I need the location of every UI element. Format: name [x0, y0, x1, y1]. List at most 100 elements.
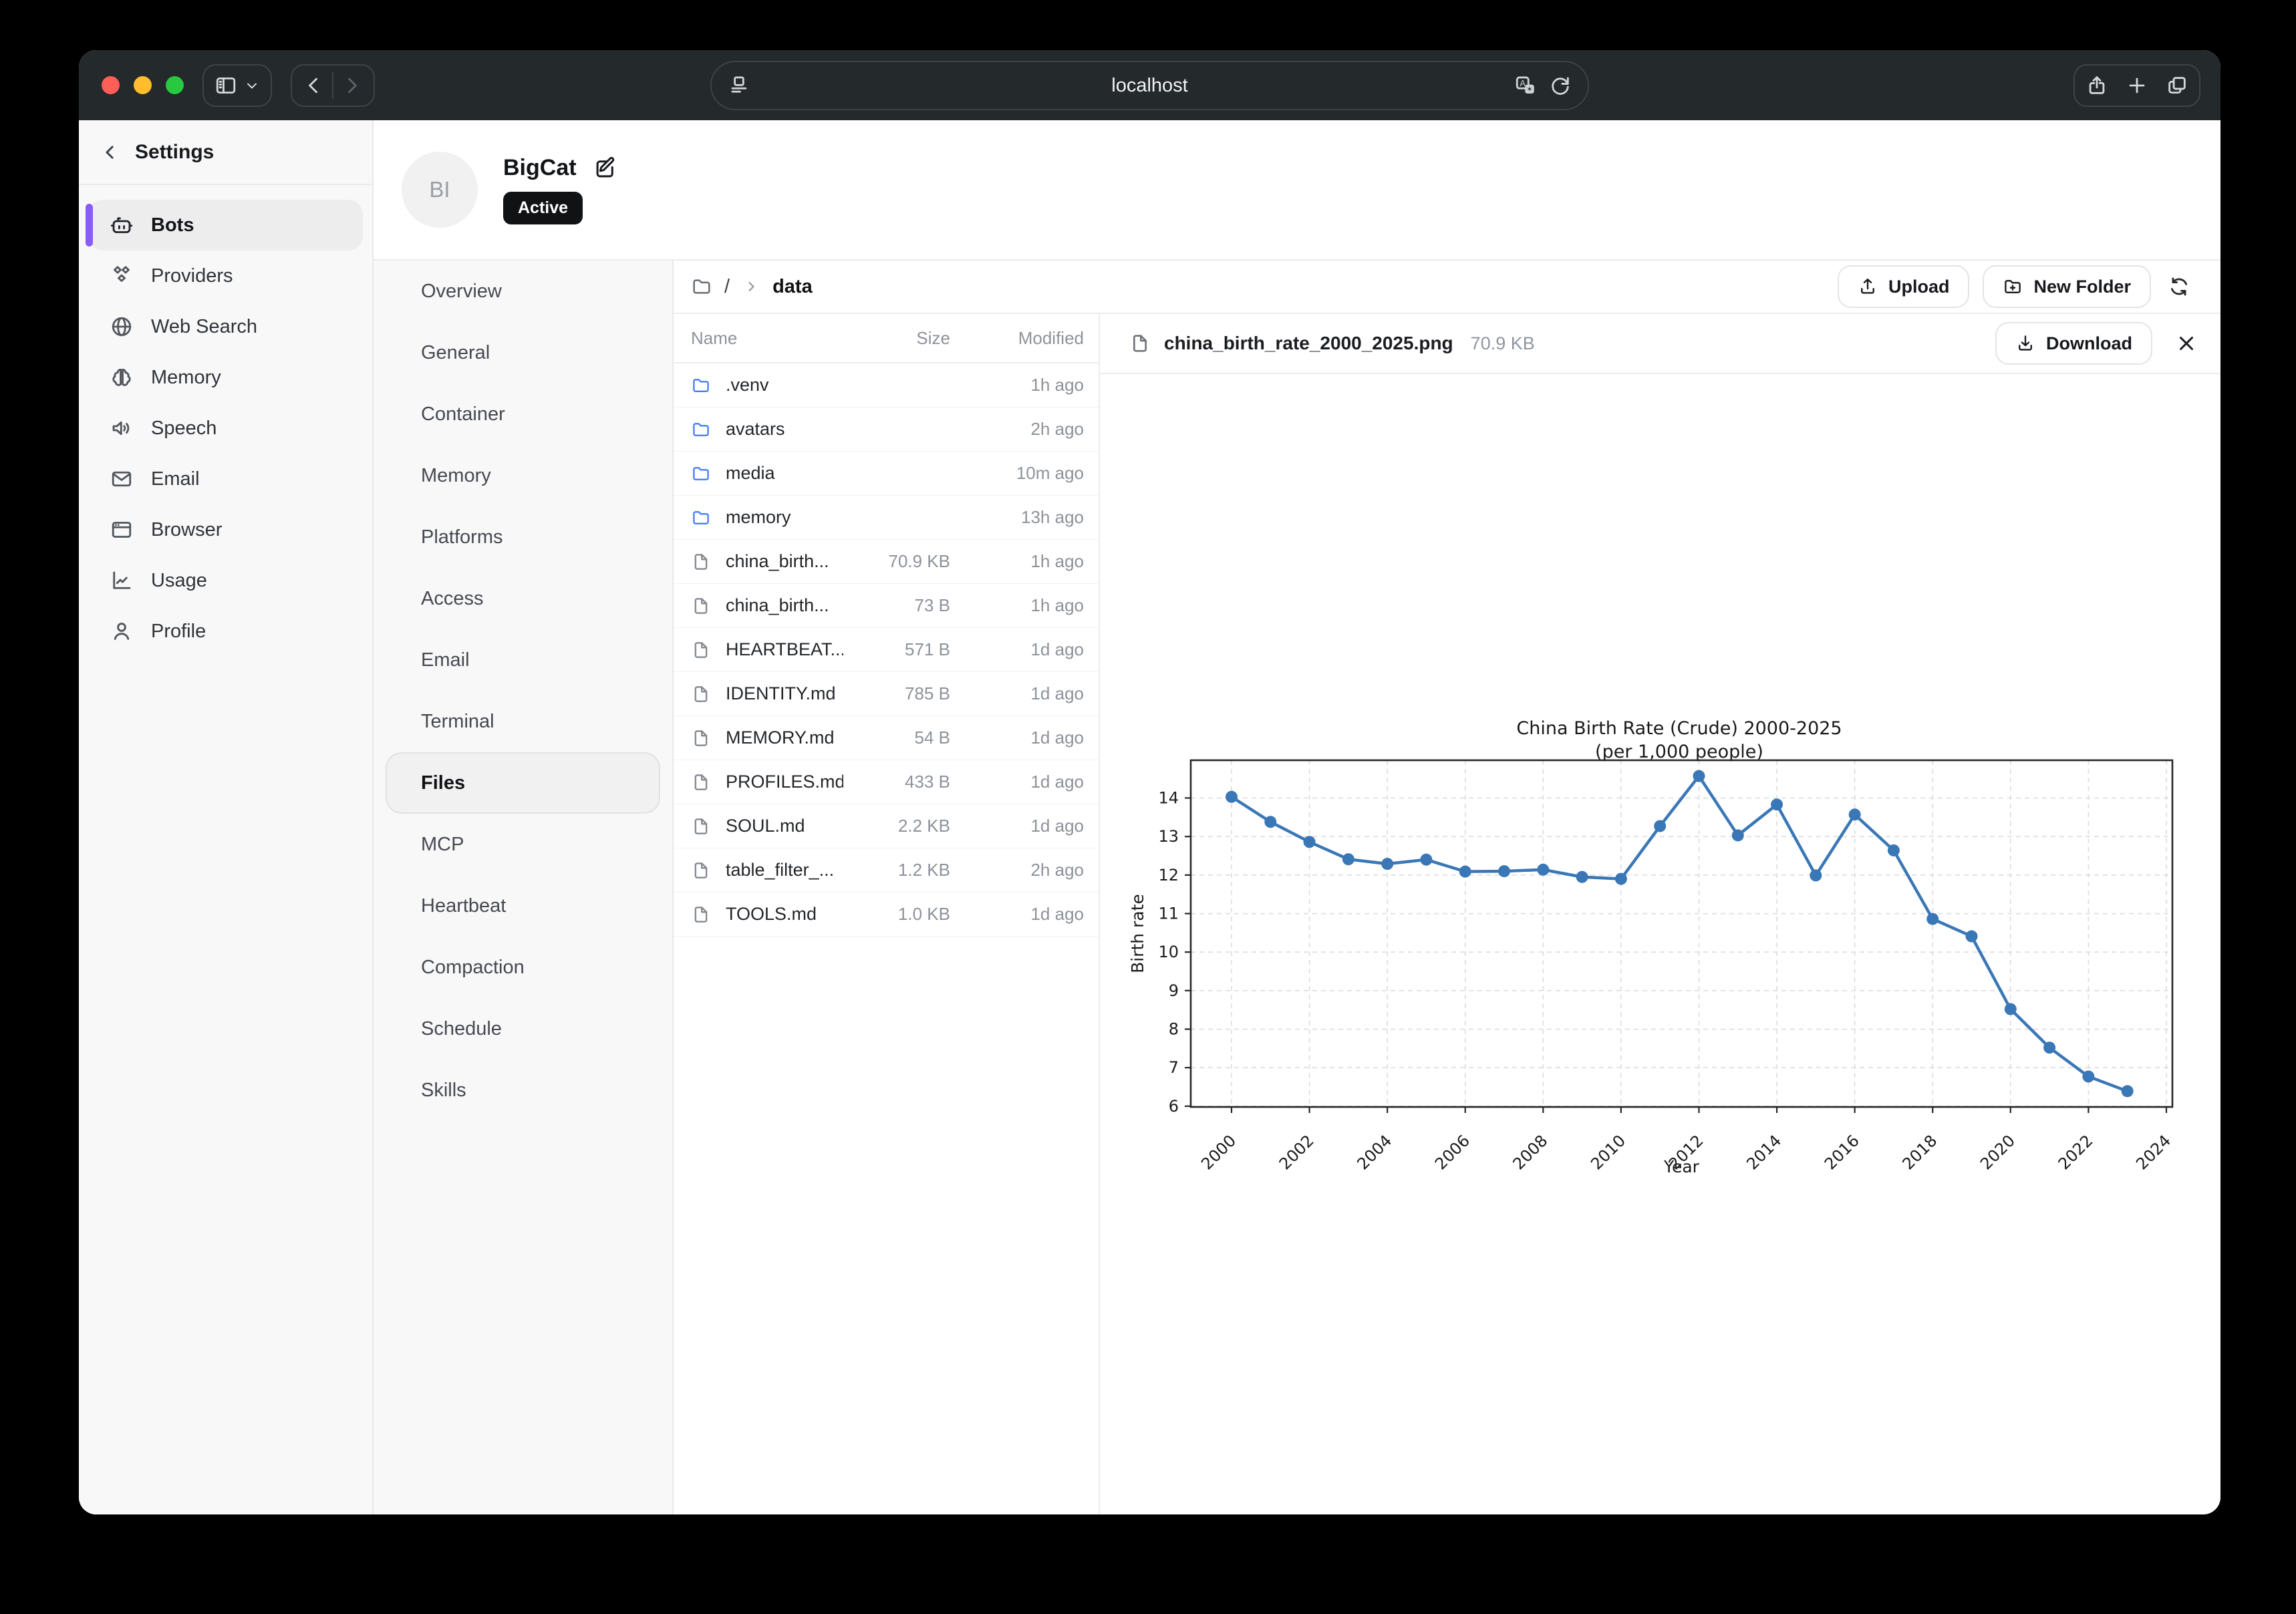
sidebar-item-web-search[interactable]: Web Search — [88, 301, 363, 352]
file-row-file[interactable]: china_birth...70.9 KB1h ago — [674, 540, 1099, 584]
tab-mcp[interactable]: MCP — [386, 814, 660, 875]
file-icon — [691, 596, 711, 616]
sidebar-item-bots[interactable]: Bots — [88, 200, 363, 251]
file-modified: 13h ago — [950, 507, 1084, 528]
usage-chart-icon — [110, 569, 134, 593]
file-row-folder[interactable]: avatars2h ago — [674, 408, 1099, 452]
file-size: 571 B — [843, 639, 950, 660]
column-name[interactable]: Name — [691, 328, 843, 349]
file-icon — [691, 728, 711, 748]
upload-button[interactable]: Upload — [1838, 265, 1970, 308]
sidebar-item-memory[interactable]: Memory — [88, 352, 363, 403]
file-row-file[interactable]: TOOLS.md1.0 KB1d ago — [674, 893, 1099, 937]
sidebar-item-label: Web Search — [151, 316, 257, 338]
tab-skills[interactable]: Skills — [386, 1060, 660, 1121]
file-name: media — [726, 463, 843, 484]
zoom-window-button[interactable] — [166, 76, 184, 94]
tab-compaction[interactable]: Compaction — [386, 937, 660, 998]
file-name: MEMORY.md — [726, 728, 843, 748]
file-size: 1.0 KB — [843, 904, 950, 925]
tab-memory[interactable]: Memory — [386, 445, 660, 506]
active-accent-bar — [86, 204, 93, 247]
sidebar-item-label: Browser — [151, 519, 222, 541]
file-row-file[interactable]: MEMORY.md54 B1d ago — [674, 716, 1099, 760]
file-row-file[interactable]: PROFILES.md433 B1d ago — [674, 760, 1099, 804]
close-window-button[interactable] — [102, 76, 120, 94]
tab-container[interactable]: Container — [386, 383, 660, 445]
svg-text:7: 7 — [1169, 1058, 1179, 1077]
file-name: china_birth... — [726, 595, 843, 616]
folder-icon — [691, 508, 711, 528]
file-modified: 1h ago — [950, 551, 1084, 572]
file-row-file[interactable]: china_birth...73 B1h ago — [674, 584, 1099, 628]
tab-platforms[interactable]: Platforms — [386, 506, 660, 568]
sidebar-item-label: Speech — [151, 418, 217, 440]
refresh-icon[interactable] — [2164, 272, 2194, 301]
file-name: .venv — [726, 375, 843, 395]
file-modified: 2h ago — [950, 860, 1084, 880]
file-row-file[interactable]: HEARTBEAT...571 B1d ago — [674, 628, 1099, 672]
file-modified: 1d ago — [950, 816, 1084, 836]
edit-icon[interactable] — [593, 156, 618, 181]
new-tab-icon[interactable] — [2126, 74, 2148, 97]
upload-icon — [1858, 277, 1878, 297]
download-button[interactable]: Download — [1995, 322, 2152, 365]
sidebar-item-label: Profile — [151, 621, 206, 643]
tab-access[interactable]: Access — [386, 568, 660, 629]
tab-schedule[interactable]: Schedule — [386, 998, 660, 1060]
file-row-file[interactable]: IDENTITY.md785 B1d ago — [674, 672, 1099, 716]
back-icon[interactable] — [303, 74, 325, 97]
sidebar-item-browser[interactable]: Browser — [88, 504, 363, 555]
settings-sidebar: Settings BotsProvidersWeb SearchMemorySp… — [79, 120, 374, 1514]
tab-terminal[interactable]: Terminal — [386, 691, 660, 752]
file-name: memory — [726, 507, 843, 528]
tab-heartbeat[interactable]: Heartbeat — [386, 875, 660, 937]
url-text: localhost — [712, 75, 1588, 97]
file-row-file[interactable]: SOUL.md2.2 KB1d ago — [674, 804, 1099, 848]
sidebar-item-providers[interactable]: Providers — [88, 251, 363, 301]
share-icon[interactable] — [2086, 74, 2108, 97]
status-badge: Active — [503, 192, 583, 224]
close-icon[interactable] — [2175, 332, 2198, 355]
file-modified: 1d ago — [950, 772, 1084, 792]
tab-files[interactable]: Files — [386, 752, 660, 814]
minimize-window-button[interactable] — [134, 76, 152, 94]
sidebar-item-email[interactable]: Email — [88, 454, 363, 504]
column-modified[interactable]: Modified — [950, 328, 1084, 349]
file-browser: / data Upload New Folder — [674, 261, 2220, 1514]
sidebar-item-profile[interactable]: Profile — [88, 606, 363, 657]
file-size: 73 B — [843, 595, 950, 616]
main-panel: BI BigCat Active OverviewGeneralContaine… — [374, 120, 2220, 1514]
file-size: 1.2 KB — [843, 860, 950, 880]
column-size[interactable]: Size — [843, 328, 950, 349]
folder-icon[interactable] — [691, 276, 712, 297]
svg-text:China Birth Rate (Crude) 2000-: China Birth Rate (Crude) 2000-2025 — [1516, 718, 1842, 739]
sidebar-item-speech[interactable]: Speech — [88, 403, 363, 454]
preview-body: China Birth Rate (Crude) 2000-2025 (per 1… — [1100, 374, 2220, 1514]
file-row-file[interactable]: table_filter_...1.2 KB2h ago — [674, 848, 1099, 893]
new-folder-button[interactable]: New Folder — [1983, 265, 2151, 308]
tab-overview[interactable]: Overview — [386, 261, 660, 322]
browser-window: localhost A✶ Settings BotsProvidersWeb S… — [79, 50, 2220, 1514]
speaker-icon — [110, 416, 134, 440]
bot-tabs: OverviewGeneralContainerMemoryPlatformsA… — [374, 261, 674, 1514]
toolbar-right-group — [2073, 64, 2200, 107]
file-name: TOOLS.md — [726, 904, 843, 925]
sidebar-toggle-icon[interactable] — [214, 74, 237, 97]
svg-text:(per 1,000 people): (per 1,000 people) — [1595, 742, 1763, 762]
tab-overview-icon[interactable] — [2166, 74, 2188, 97]
chevron-down-icon[interactable] — [244, 77, 260, 94]
address-bar[interactable]: localhost A✶ — [710, 61, 1589, 110]
chevron-left-icon[interactable] — [100, 142, 120, 162]
sidebar-item-label: Providers — [151, 265, 233, 287]
forward-icon[interactable] — [340, 74, 363, 97]
file-row-folder[interactable]: memory 13h ago — [674, 496, 1099, 540]
sidebar-item-usage[interactable]: Usage — [88, 555, 363, 606]
tab-email[interactable]: Email — [386, 629, 660, 691]
file-row-folder[interactable]: .venv1h ago — [674, 363, 1099, 408]
file-row-folder[interactable]: media10m ago — [674, 452, 1099, 496]
file-icon — [691, 684, 711, 704]
tab-general[interactable]: General — [386, 322, 660, 383]
breadcrumb-root[interactable]: / — [724, 276, 730, 298]
breadcrumb-current[interactable]: data — [772, 276, 813, 298]
